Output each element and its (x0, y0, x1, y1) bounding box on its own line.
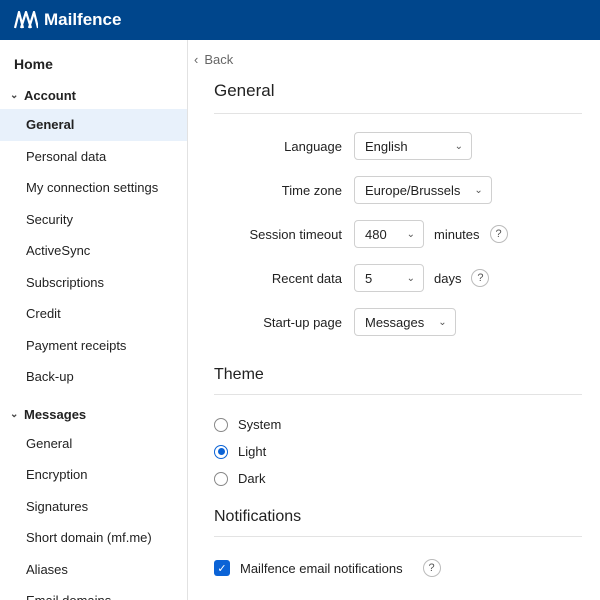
sidebar-group-messages[interactable]: ⌄ Messages (0, 401, 187, 428)
brand-logo: Mailfence (14, 10, 121, 30)
timezone-label: Time zone (188, 183, 354, 198)
delete-heading: Delete (188, 585, 582, 600)
chevron-down-icon: ⌄ (407, 273, 415, 284)
email-notifications-label: Mailfence email notifications (240, 561, 403, 576)
sidebar: Home ⌄ Account General Personal data My … (0, 40, 188, 600)
checkbox-checked-icon: ✓ (214, 560, 230, 576)
main-panel: ‹ Back General Language English ⌄ Time z… (188, 40, 600, 600)
page-title: General (188, 81, 582, 111)
sidebar-item-aliases[interactable]: Aliases (0, 554, 187, 586)
chevron-down-icon: ⌄ (10, 409, 20, 420)
session-timeout-select[interactable]: 480 ⌄ (354, 220, 424, 248)
sidebar-item-security[interactable]: Security (0, 204, 187, 236)
email-notifications-row[interactable]: ✓ Mailfence email notifications ? (188, 555, 582, 585)
recent-data-unit: days (434, 271, 461, 286)
sidebar-item-payment-receipts[interactable]: Payment receipts (0, 330, 187, 362)
sidebar-item-backup[interactable]: Back-up (0, 361, 187, 393)
sidebar-group-account[interactable]: ⌄ Account (0, 82, 187, 109)
session-timeout-value: 480 (365, 227, 387, 242)
sidebar-group-label: Account (24, 88, 76, 103)
theme-option-label: Dark (238, 471, 265, 486)
sidebar-item-credit[interactable]: Credit (0, 298, 187, 330)
chevron-left-icon: ‹ (194, 52, 198, 67)
top-bar: Mailfence (0, 0, 600, 40)
help-icon[interactable]: ? (423, 559, 441, 577)
session-timeout-label: Session timeout (188, 227, 354, 242)
radio-icon (214, 472, 228, 486)
theme-option-light[interactable]: Light (188, 440, 582, 467)
chevron-down-icon: ⌄ (438, 317, 446, 328)
sidebar-item-encryption[interactable]: Encryption (0, 459, 187, 491)
chevron-down-icon: ⌄ (474, 185, 482, 196)
chevron-down-icon: ⌄ (407, 229, 415, 240)
sidebar-item-general[interactable]: General (0, 109, 187, 141)
language-select[interactable]: English ⌄ (354, 132, 472, 160)
sidebar-item-messages-general[interactable]: General (0, 428, 187, 460)
startup-page-select[interactable]: Messages ⌄ (354, 308, 456, 336)
timezone-value: Europe/Brussels (365, 183, 460, 198)
radio-icon (214, 418, 228, 432)
notifications-heading: Notifications (188, 494, 582, 534)
chevron-down-icon: ⌄ (10, 90, 20, 101)
sidebar-group-label: Messages (24, 407, 86, 422)
sidebar-item-personal-data[interactable]: Personal data (0, 141, 187, 173)
recent-data-value: 5 (365, 271, 372, 286)
timezone-select[interactable]: Europe/Brussels ⌄ (354, 176, 492, 204)
theme-option-dark[interactable]: Dark (188, 467, 582, 494)
radio-icon (214, 445, 228, 459)
divider (214, 536, 582, 537)
theme-option-system[interactable]: System (188, 413, 582, 440)
sidebar-item-connection-settings[interactable]: My connection settings (0, 172, 187, 204)
sidebar-item-email-domains[interactable]: Email domains (0, 585, 187, 600)
theme-heading: Theme (188, 352, 582, 392)
chevron-down-icon: ⌄ (455, 141, 463, 152)
brand-name: Mailfence (44, 10, 121, 30)
sidebar-item-short-domain[interactable]: Short domain (mf.me) (0, 522, 187, 554)
sidebar-item-subscriptions[interactable]: Subscriptions (0, 267, 187, 299)
sidebar-item-signatures[interactable]: Signatures (0, 491, 187, 523)
divider (214, 113, 582, 114)
help-icon[interactable]: ? (490, 225, 508, 243)
back-button[interactable]: ‹ Back (188, 46, 582, 81)
back-label: Back (204, 52, 233, 67)
startup-page-label: Start-up page (188, 315, 354, 330)
session-timeout-unit: minutes (434, 227, 480, 242)
recent-data-label: Recent data (188, 271, 354, 286)
help-icon[interactable]: ? (471, 269, 489, 287)
theme-option-label: System (238, 417, 281, 432)
sidebar-home[interactable]: Home (0, 48, 187, 82)
logo-icon (14, 11, 38, 29)
language-label: Language (188, 139, 354, 154)
sidebar-item-activesync[interactable]: ActiveSync (0, 235, 187, 267)
startup-page-value: Messages (365, 315, 424, 330)
theme-option-label: Light (238, 444, 266, 459)
language-value: English (365, 139, 408, 154)
recent-data-select[interactable]: 5 ⌄ (354, 264, 424, 292)
divider (214, 394, 582, 395)
